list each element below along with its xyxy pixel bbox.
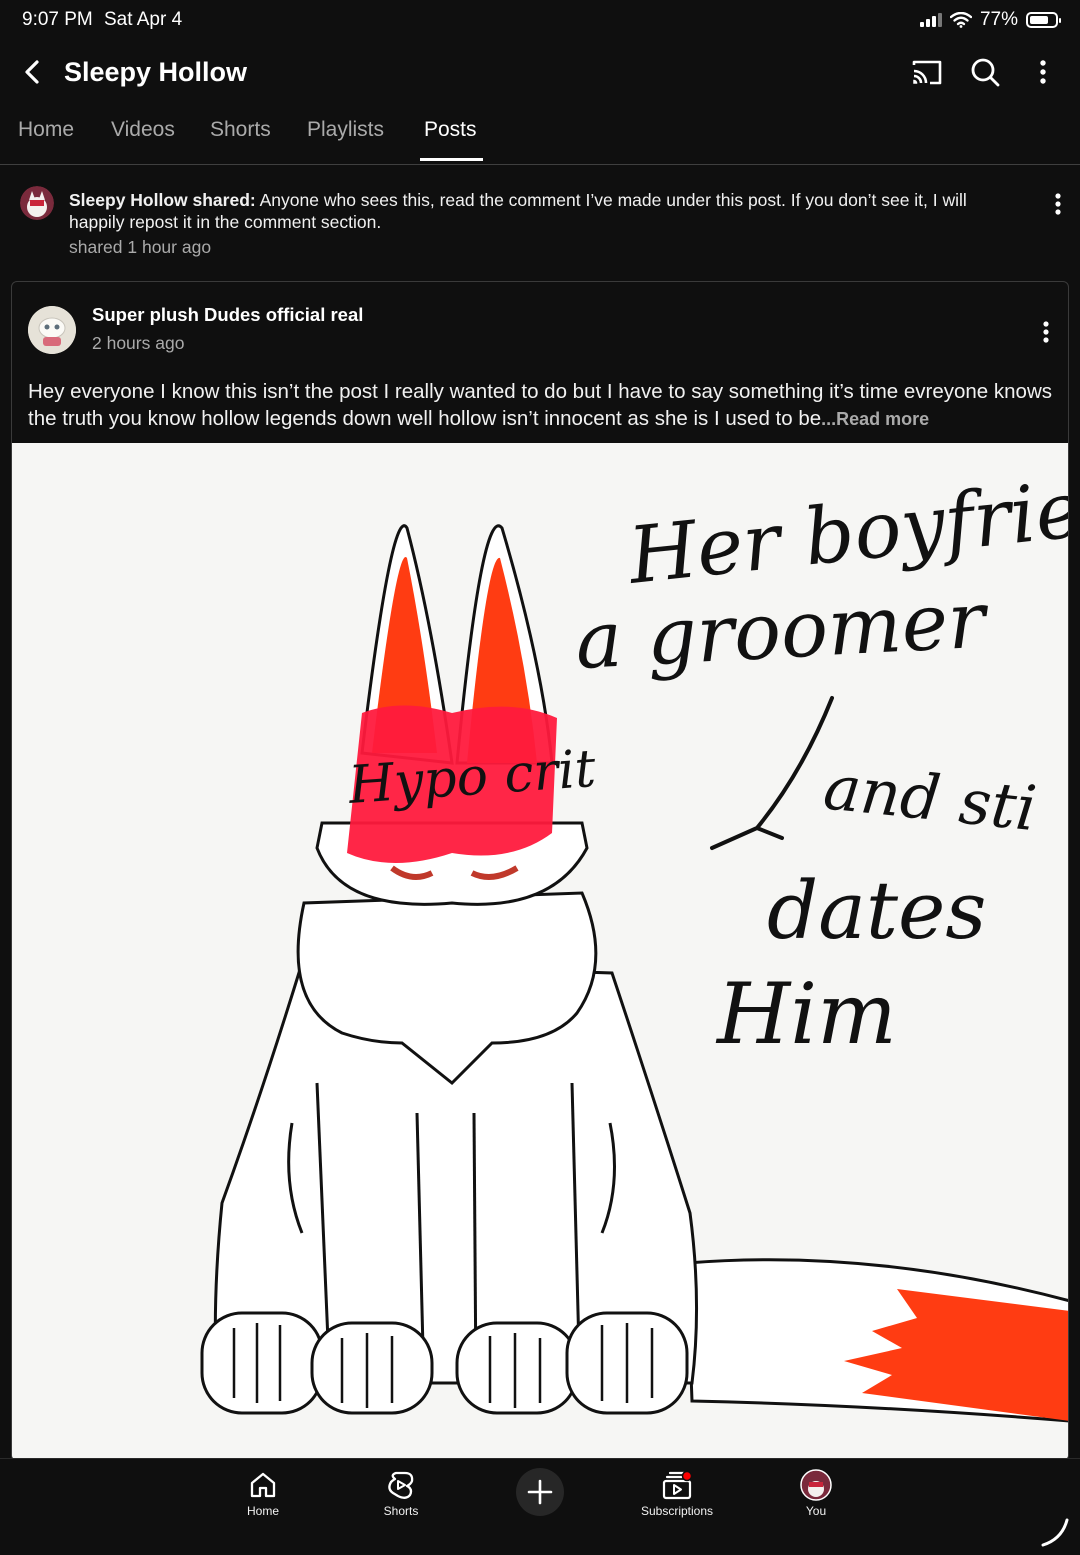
active-tab-indicator xyxy=(420,158,483,161)
bottom-navigation: Home Shorts Subscriptions You xyxy=(0,1458,1080,1555)
back-icon[interactable] xyxy=(16,54,48,90)
tab-home[interactable]: Home xyxy=(14,118,78,142)
create-button[interactable] xyxy=(516,1468,564,1516)
avatar xyxy=(800,1469,832,1501)
battery-fill xyxy=(1030,16,1049,24)
home-icon xyxy=(250,1472,276,1498)
tab-videos[interactable]: Videos xyxy=(107,118,179,142)
battery-icon xyxy=(1026,12,1061,28)
scroll-indicator xyxy=(1041,1518,1069,1547)
status-date: Sat Apr 4 xyxy=(104,9,183,30)
status-time: 9:07 PM xyxy=(22,9,93,30)
nav-home-label: Home xyxy=(246,1504,279,1518)
shorts-icon xyxy=(388,1471,414,1499)
nav-you[interactable]: You xyxy=(771,1469,861,1518)
more-vert-icon[interactable] xyxy=(1025,54,1061,90)
post-author[interactable]: Super plush Dudes official real xyxy=(92,304,363,326)
status-bar: 9:07 PM Sat Apr 4 77% xyxy=(0,0,1080,44)
channel-tabs: Home Videos Shorts Playlists Posts xyxy=(0,106,1080,165)
shared-post-header: Sleepy Hollow shared: Anyone who sees th… xyxy=(0,174,1080,274)
handwriting-line-4: dates xyxy=(767,864,986,957)
author-avatar[interactable] xyxy=(28,306,76,354)
shared-timestamp: shared 1 hour ago xyxy=(69,237,212,257)
nav-subscriptions-label: Subscriptions xyxy=(640,1504,714,1518)
nav-subscriptions[interactable]: Subscriptions xyxy=(632,1469,722,1518)
cast-icon[interactable] xyxy=(909,54,945,90)
channel-title: Sleepy Hollow xyxy=(64,57,248,87)
app-bar: Sleepy Hollow xyxy=(0,44,1080,102)
shared-by-label: Sleepy Hollow shared: xyxy=(69,190,256,210)
tab-playlists[interactable]: Playlists xyxy=(303,118,388,142)
post-body: Hey everyone I know this isn’t the post … xyxy=(28,378,1052,433)
tab-shorts[interactable]: Shorts xyxy=(206,118,275,142)
subscriptions-icon xyxy=(662,1470,693,1500)
nav-you-label: You xyxy=(805,1504,827,1518)
post-card: Super plush Dudes official real 2 hours … xyxy=(11,281,1069,1461)
cellular-signal-icon xyxy=(919,13,942,27)
status-indicators: 77% xyxy=(919,9,1061,31)
create-icon xyxy=(527,1479,553,1505)
wifi-icon xyxy=(949,12,972,28)
battery-percent: 77% xyxy=(979,9,1018,30)
shared-post-text: Sleepy Hollow shared: Anyone who sees th… xyxy=(69,189,1019,233)
nav-shorts-label: Shorts xyxy=(383,1504,419,1518)
read-more-link[interactable]: Read more xyxy=(836,409,929,429)
more-vert-icon[interactable] xyxy=(1046,186,1070,222)
channel-avatar[interactable] xyxy=(20,186,54,220)
handwriting-line-5: Him xyxy=(715,965,897,1063)
search-icon[interactable] xyxy=(967,54,1003,90)
post-timestamp: 2 hours ago xyxy=(92,333,185,353)
more-vert-icon[interactable] xyxy=(1034,314,1058,350)
tab-posts[interactable]: Posts xyxy=(420,118,481,142)
nav-shorts[interactable]: Shorts xyxy=(356,1469,446,1518)
post-image[interactable]: Hypo crit Her boyfrie a groomer and sti … xyxy=(12,443,1069,1461)
nav-home[interactable]: Home xyxy=(218,1469,308,1518)
ellipsis: ... xyxy=(821,409,837,429)
